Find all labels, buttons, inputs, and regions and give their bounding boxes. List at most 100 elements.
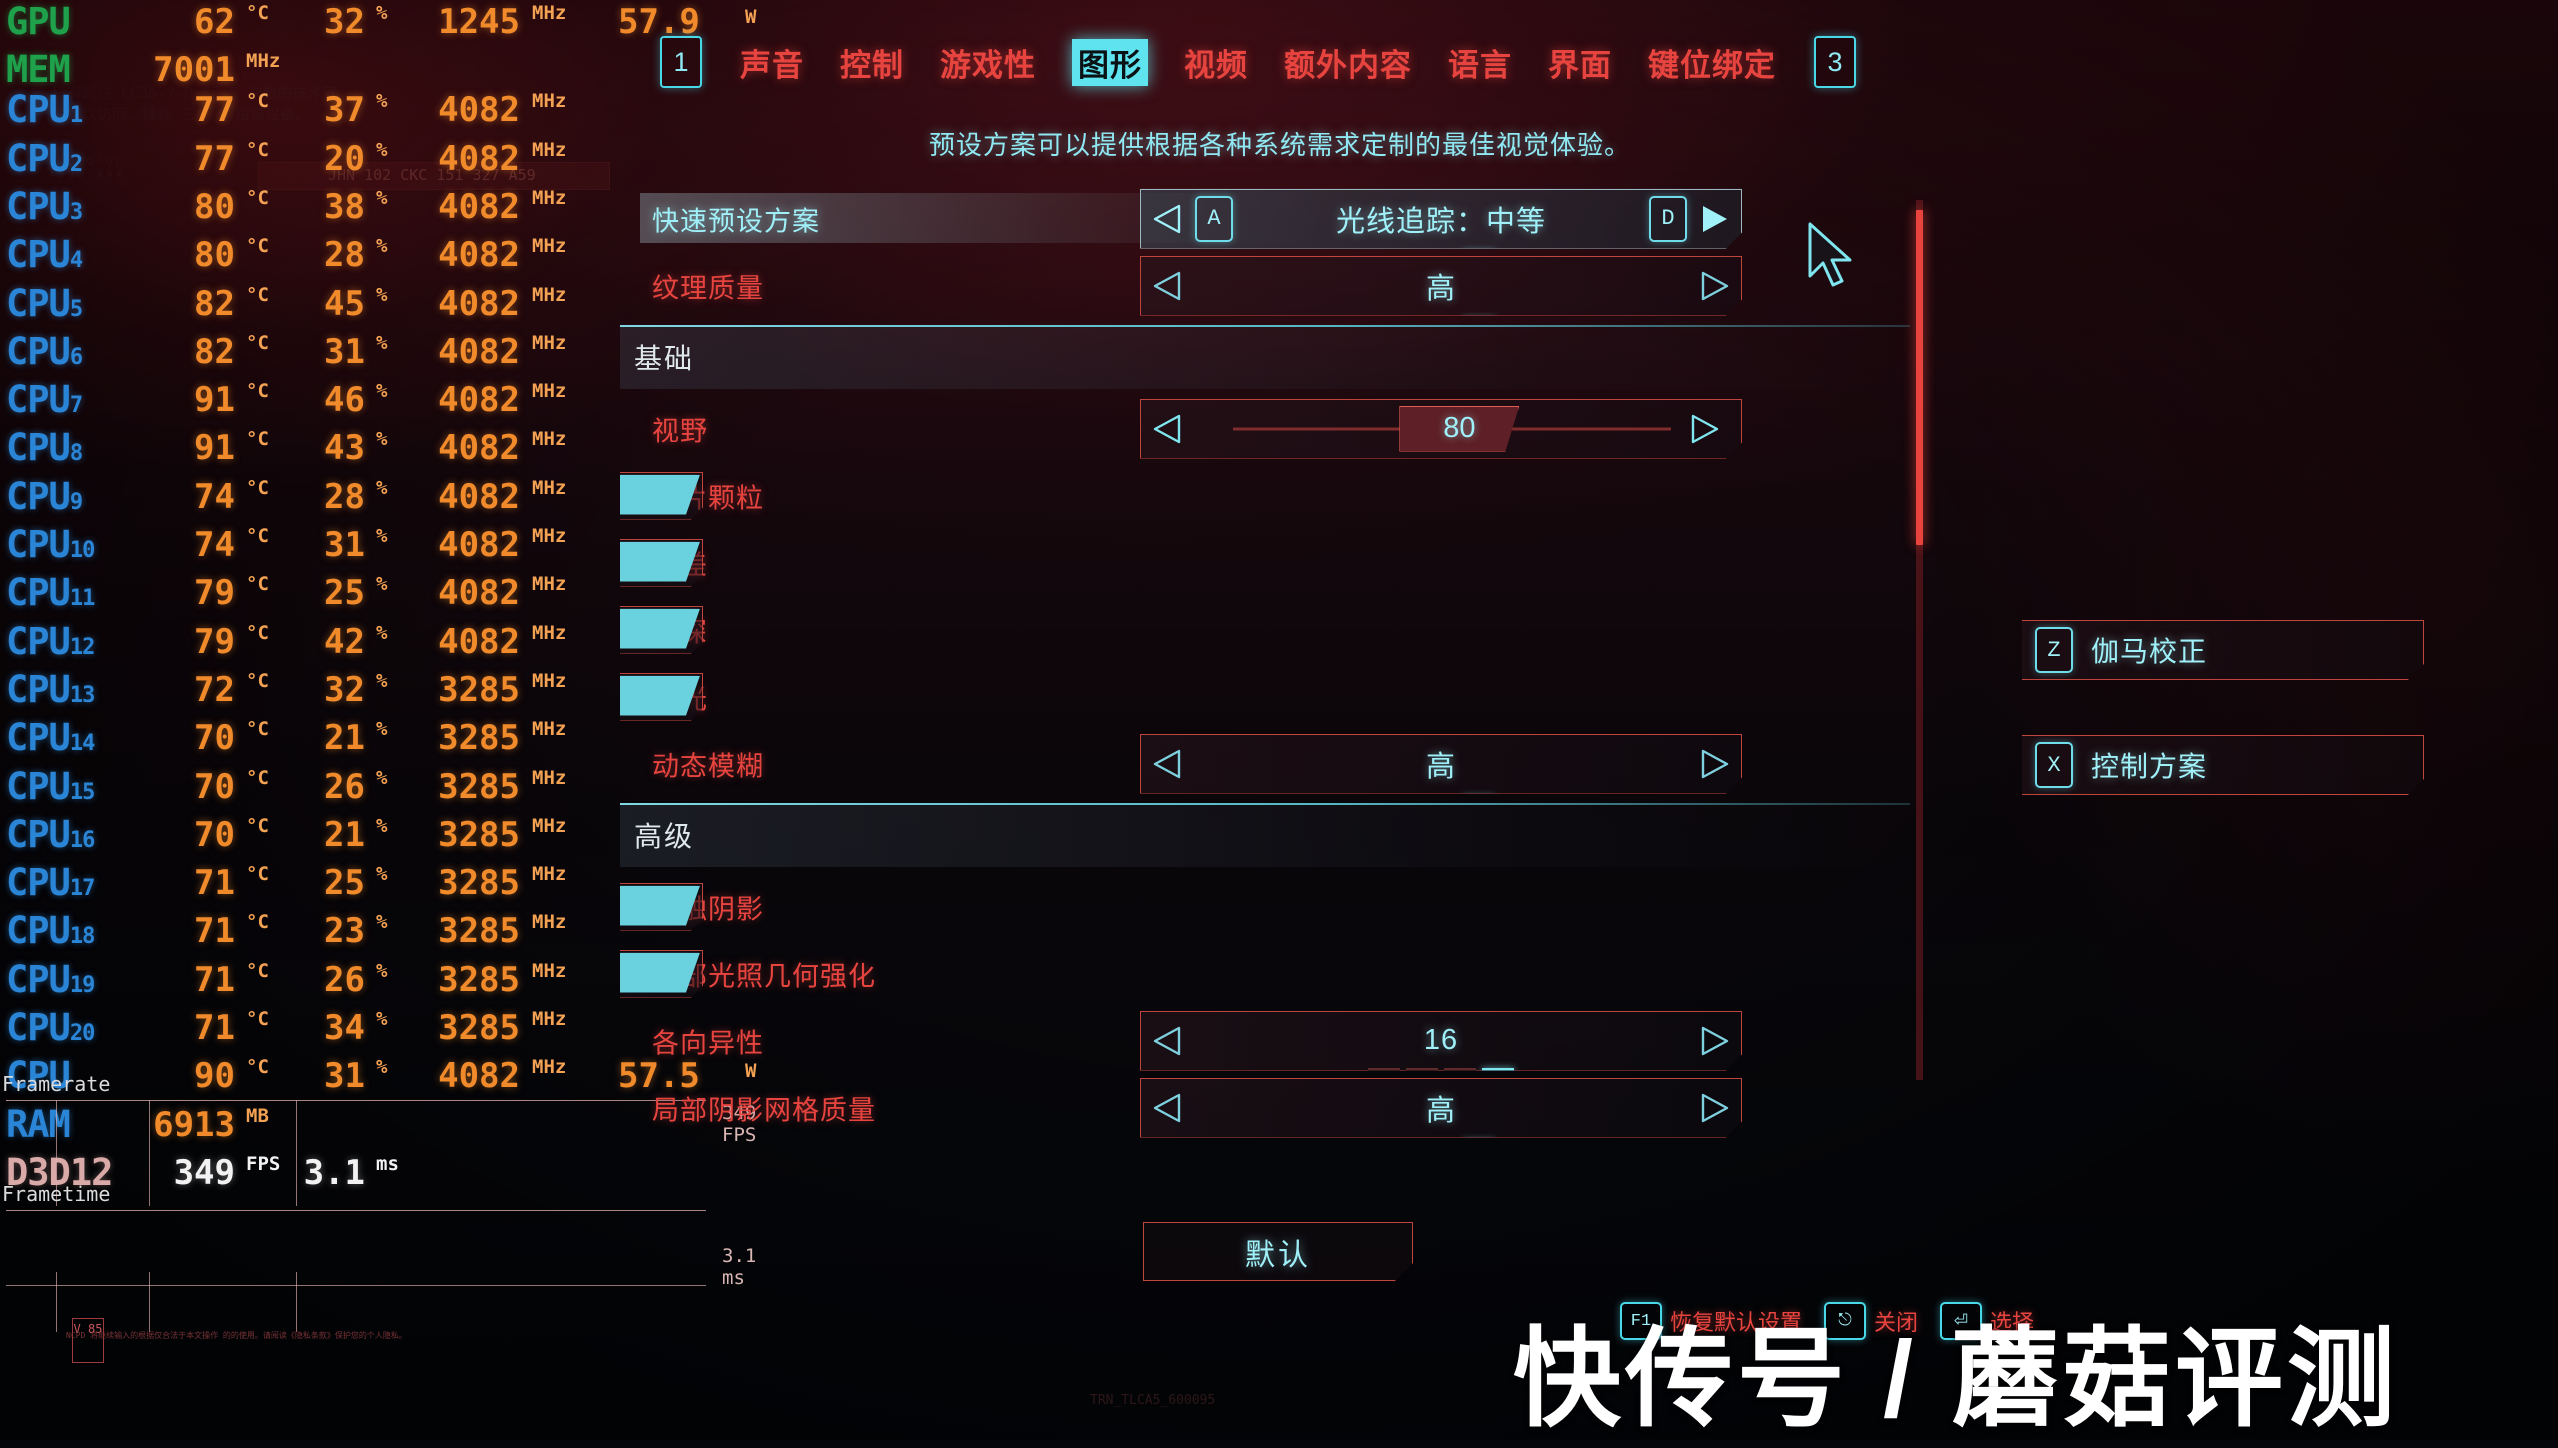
chevron-right-icon[interactable]	[1697, 1024, 1731, 1058]
nav-tab-3[interactable]: 图形	[1072, 38, 1148, 86]
settings-row-4[interactable]: 胶片颗粒开	[620, 462, 1940, 529]
settings-scrollbar-thumb[interactable]	[1916, 210, 1923, 545]
hud-graph-title: Framerate	[2, 1072, 111, 1096]
nav-tab-5[interactable]: 额外内容	[1284, 40, 1412, 85]
toggle-control[interactable]	[620, 673, 703, 721]
settings-row-control: 开	[620, 539, 1742, 587]
hud-row-label: CPU4	[6, 233, 83, 277]
hud-row: CPU14 70 °C 21% 3285 MHz	[0, 716, 660, 766]
settings-row-3[interactable]: 视野 80	[620, 395, 1940, 462]
toggle-control[interactable]	[620, 606, 703, 654]
side-action-button-x[interactable]: X 控制方案	[2012, 735, 2424, 795]
chevron-left-icon[interactable]	[1151, 1024, 1185, 1058]
stepper-control[interactable]: A 光线追踪：中等 D	[1140, 189, 1742, 249]
hud-graph-baseline	[6, 1285, 706, 1286]
stepper-tick	[1425, 1140, 1457, 1141]
side-action-button-z[interactable]: Z 伽马校正	[2012, 620, 2424, 680]
settings-row-0[interactable]: 快速预设方案 A 光线追踪：中等 D	[620, 185, 1940, 252]
hud-value-1: 71	[194, 959, 235, 1000]
nav-tab-1[interactable]: 控制	[840, 40, 904, 85]
side-action-key-badge: X	[2035, 742, 2073, 788]
chevron-right-icon[interactable]	[1687, 412, 1721, 446]
hud-row-label: CPU19	[6, 957, 95, 1001]
hud-row-label: CPU2	[6, 136, 83, 180]
hud-unit-2: %	[376, 331, 388, 354]
hud-unit-2: %	[376, 1008, 388, 1030]
stepper-control[interactable]: 高	[1140, 1078, 1742, 1138]
hud-value-1: 90	[194, 1056, 235, 1097]
settings-row-13[interactable]: 局部阴影网格质量 高	[620, 1074, 1940, 1140]
chevron-right-icon[interactable]	[1697, 202, 1731, 236]
hud-graph-spike	[149, 1100, 150, 1206]
chevron-left-icon[interactable]	[1151, 269, 1185, 303]
hud-row: CPU18 71 °C 23% 3285 MHz	[0, 909, 660, 959]
hud-unit-2: %	[376, 718, 388, 741]
hud-unit-3: MHz	[532, 331, 567, 354]
settings-row-12[interactable]: 各向异性 16	[620, 1007, 1940, 1074]
chevron-left-icon[interactable]	[1151, 747, 1185, 781]
hud-row: CPU19 71 °C 26% 3285 MHz	[0, 957, 660, 1008]
stepper-value: 高	[1195, 265, 1687, 307]
legal-deco-text: NCPD 将继续输入的根据仅合法于本文操作 的的使用。请阅读《隐私条款》保护您的…	[66, 1331, 407, 1340]
stepper-control[interactable]: 高	[1140, 734, 1742, 794]
chevron-right-icon[interactable]	[1697, 747, 1731, 781]
hud-value-3: 4082	[438, 186, 520, 227]
settings-row-5[interactable]: 色差开	[620, 529, 1940, 596]
hud-value-1: 77	[194, 90, 235, 131]
settings-description: 预设方案可以提供根据各种系统需求定制的最佳视觉体验。	[928, 130, 1631, 160]
reset-default-button[interactable]: 默认	[1143, 1222, 1413, 1281]
nav-tab-8[interactable]: 键位绑定	[1648, 40, 1776, 85]
reset-default-label: 默认	[1245, 1238, 1311, 1272]
slider-control[interactable]: 80	[1140, 399, 1742, 459]
stepper-ticks	[1387, 1140, 1495, 1141]
nav-tab-0[interactable]: 声音	[740, 40, 804, 85]
settings-row-11[interactable]: 面部光照几何强化开	[620, 940, 1940, 1007]
nav-tab-4[interactable]: 视频	[1184, 40, 1248, 85]
chevron-left-icon[interactable]	[1151, 1091, 1185, 1125]
settings-row-8[interactable]: 动态模糊 高	[620, 730, 1940, 797]
stepper-value: 16	[1195, 1024, 1687, 1057]
hud-unit-1: °C	[246, 814, 269, 837]
settings-row-7[interactable]: 眩光开	[620, 663, 1940, 730]
hud-unit-3: MHz	[532, 766, 567, 789]
settings-row-1[interactable]: 纹理质量 高	[620, 252, 1940, 319]
nav-tab-7[interactable]: 界面	[1548, 40, 1612, 85]
stepper-control[interactable]: 16	[1140, 1011, 1742, 1071]
hud-unit-2: %	[376, 186, 388, 209]
chevron-left-icon[interactable]	[1151, 412, 1185, 446]
hud-unit-2: %	[376, 911, 388, 934]
stepper-control[interactable]: 高	[1140, 256, 1742, 316]
hud-unit-1: MHz	[246, 50, 281, 73]
hud-value-1: 80	[194, 235, 235, 276]
hud-unit-3: MHz	[532, 621, 567, 644]
hud-unit-2: %	[376, 380, 388, 403]
hud-unit-1: °C	[246, 525, 269, 547]
settings-scrollbar-track[interactable]	[1916, 200, 1923, 1080]
hud-row-label: CPU14	[6, 716, 95, 760]
chevron-left-icon[interactable]	[1151, 202, 1185, 236]
hud-row: CPU15 70 °C 26% 3285 MHz	[0, 765, 660, 815]
hud-value-3: 3285	[438, 718, 520, 759]
hud-unit-3: MHz	[532, 814, 567, 837]
hud-unit-3: MHz	[532, 863, 567, 886]
chevron-right-icon[interactable]	[1697, 1091, 1731, 1125]
toggle-control[interactable]	[620, 950, 703, 998]
hud-value-3: 4082	[438, 283, 520, 324]
nav-tab-6[interactable]: 语言	[1448, 40, 1512, 85]
hud-value-2: 26	[324, 766, 365, 807]
toggle-control[interactable]	[620, 539, 703, 587]
toggle-control[interactable]	[620, 472, 703, 520]
hud-unit-2: %	[376, 90, 388, 113]
toggle-control[interactable]	[620, 883, 703, 931]
hud-row-label: CPU17	[6, 861, 95, 905]
nav-tab-2[interactable]: 游戏性	[940, 40, 1036, 85]
settings-row-6[interactable]: 景深开	[620, 596, 1940, 663]
hud-value-3: 4082	[438, 428, 520, 469]
slider-knob[interactable]: 80	[1399, 406, 1519, 452]
settings-row-label: 快速预设方案	[652, 206, 820, 236]
nav-next-key-badge[interactable]: 3	[1814, 36, 1856, 88]
hud-unit-3: MHz	[532, 959, 567, 982]
chevron-right-icon[interactable]	[1697, 269, 1731, 303]
settings-row-10[interactable]: 接触阴影开	[620, 873, 1940, 940]
nav-prev-key-badge[interactable]: 1	[660, 36, 702, 88]
